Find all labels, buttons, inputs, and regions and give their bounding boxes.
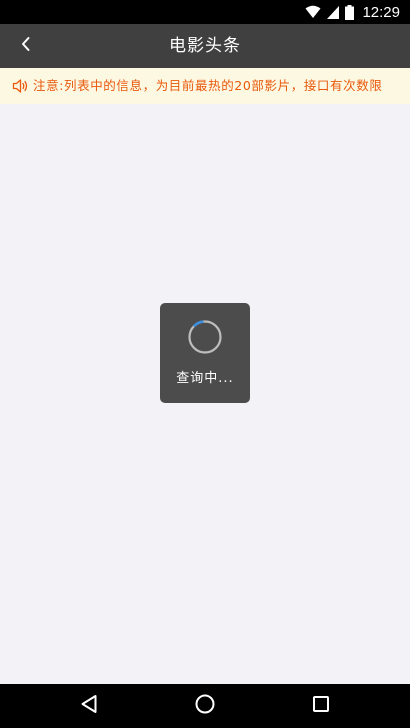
nav-recents-icon	[312, 695, 330, 717]
cell-signal-icon	[327, 5, 340, 19]
loading-spinner-icon	[187, 319, 223, 355]
battery-icon	[345, 4, 355, 20]
loading-text: 查询中...	[176, 371, 234, 386]
status-bar: 12:29	[0, 0, 410, 24]
back-button[interactable]	[6, 26, 46, 66]
navigation-bar	[0, 684, 410, 728]
nav-back-icon	[80, 694, 98, 718]
nav-home-icon	[195, 694, 215, 718]
wifi-icon	[305, 5, 321, 19]
speaker-icon	[12, 78, 30, 94]
notice-text: 注意:列表中的信息，为目前最热的20部影片，接口有次数限	[33, 78, 383, 93]
status-time: 12:29	[362, 3, 400, 21]
chevron-left-icon	[20, 36, 32, 56]
status-icons: 12:29	[305, 0, 400, 24]
notice-bar: 注意:列表中的信息，为目前最热的20部影片，接口有次数限	[0, 68, 410, 104]
page-title: 电影头条	[169, 36, 241, 56]
app-bar: 电影头条	[0, 24, 410, 68]
loading-toast: 查询中...	[160, 303, 250, 403]
nav-home-button[interactable]	[175, 684, 235, 728]
nav-recents-button[interactable]	[291, 684, 351, 728]
nav-back-button[interactable]	[59, 684, 119, 728]
